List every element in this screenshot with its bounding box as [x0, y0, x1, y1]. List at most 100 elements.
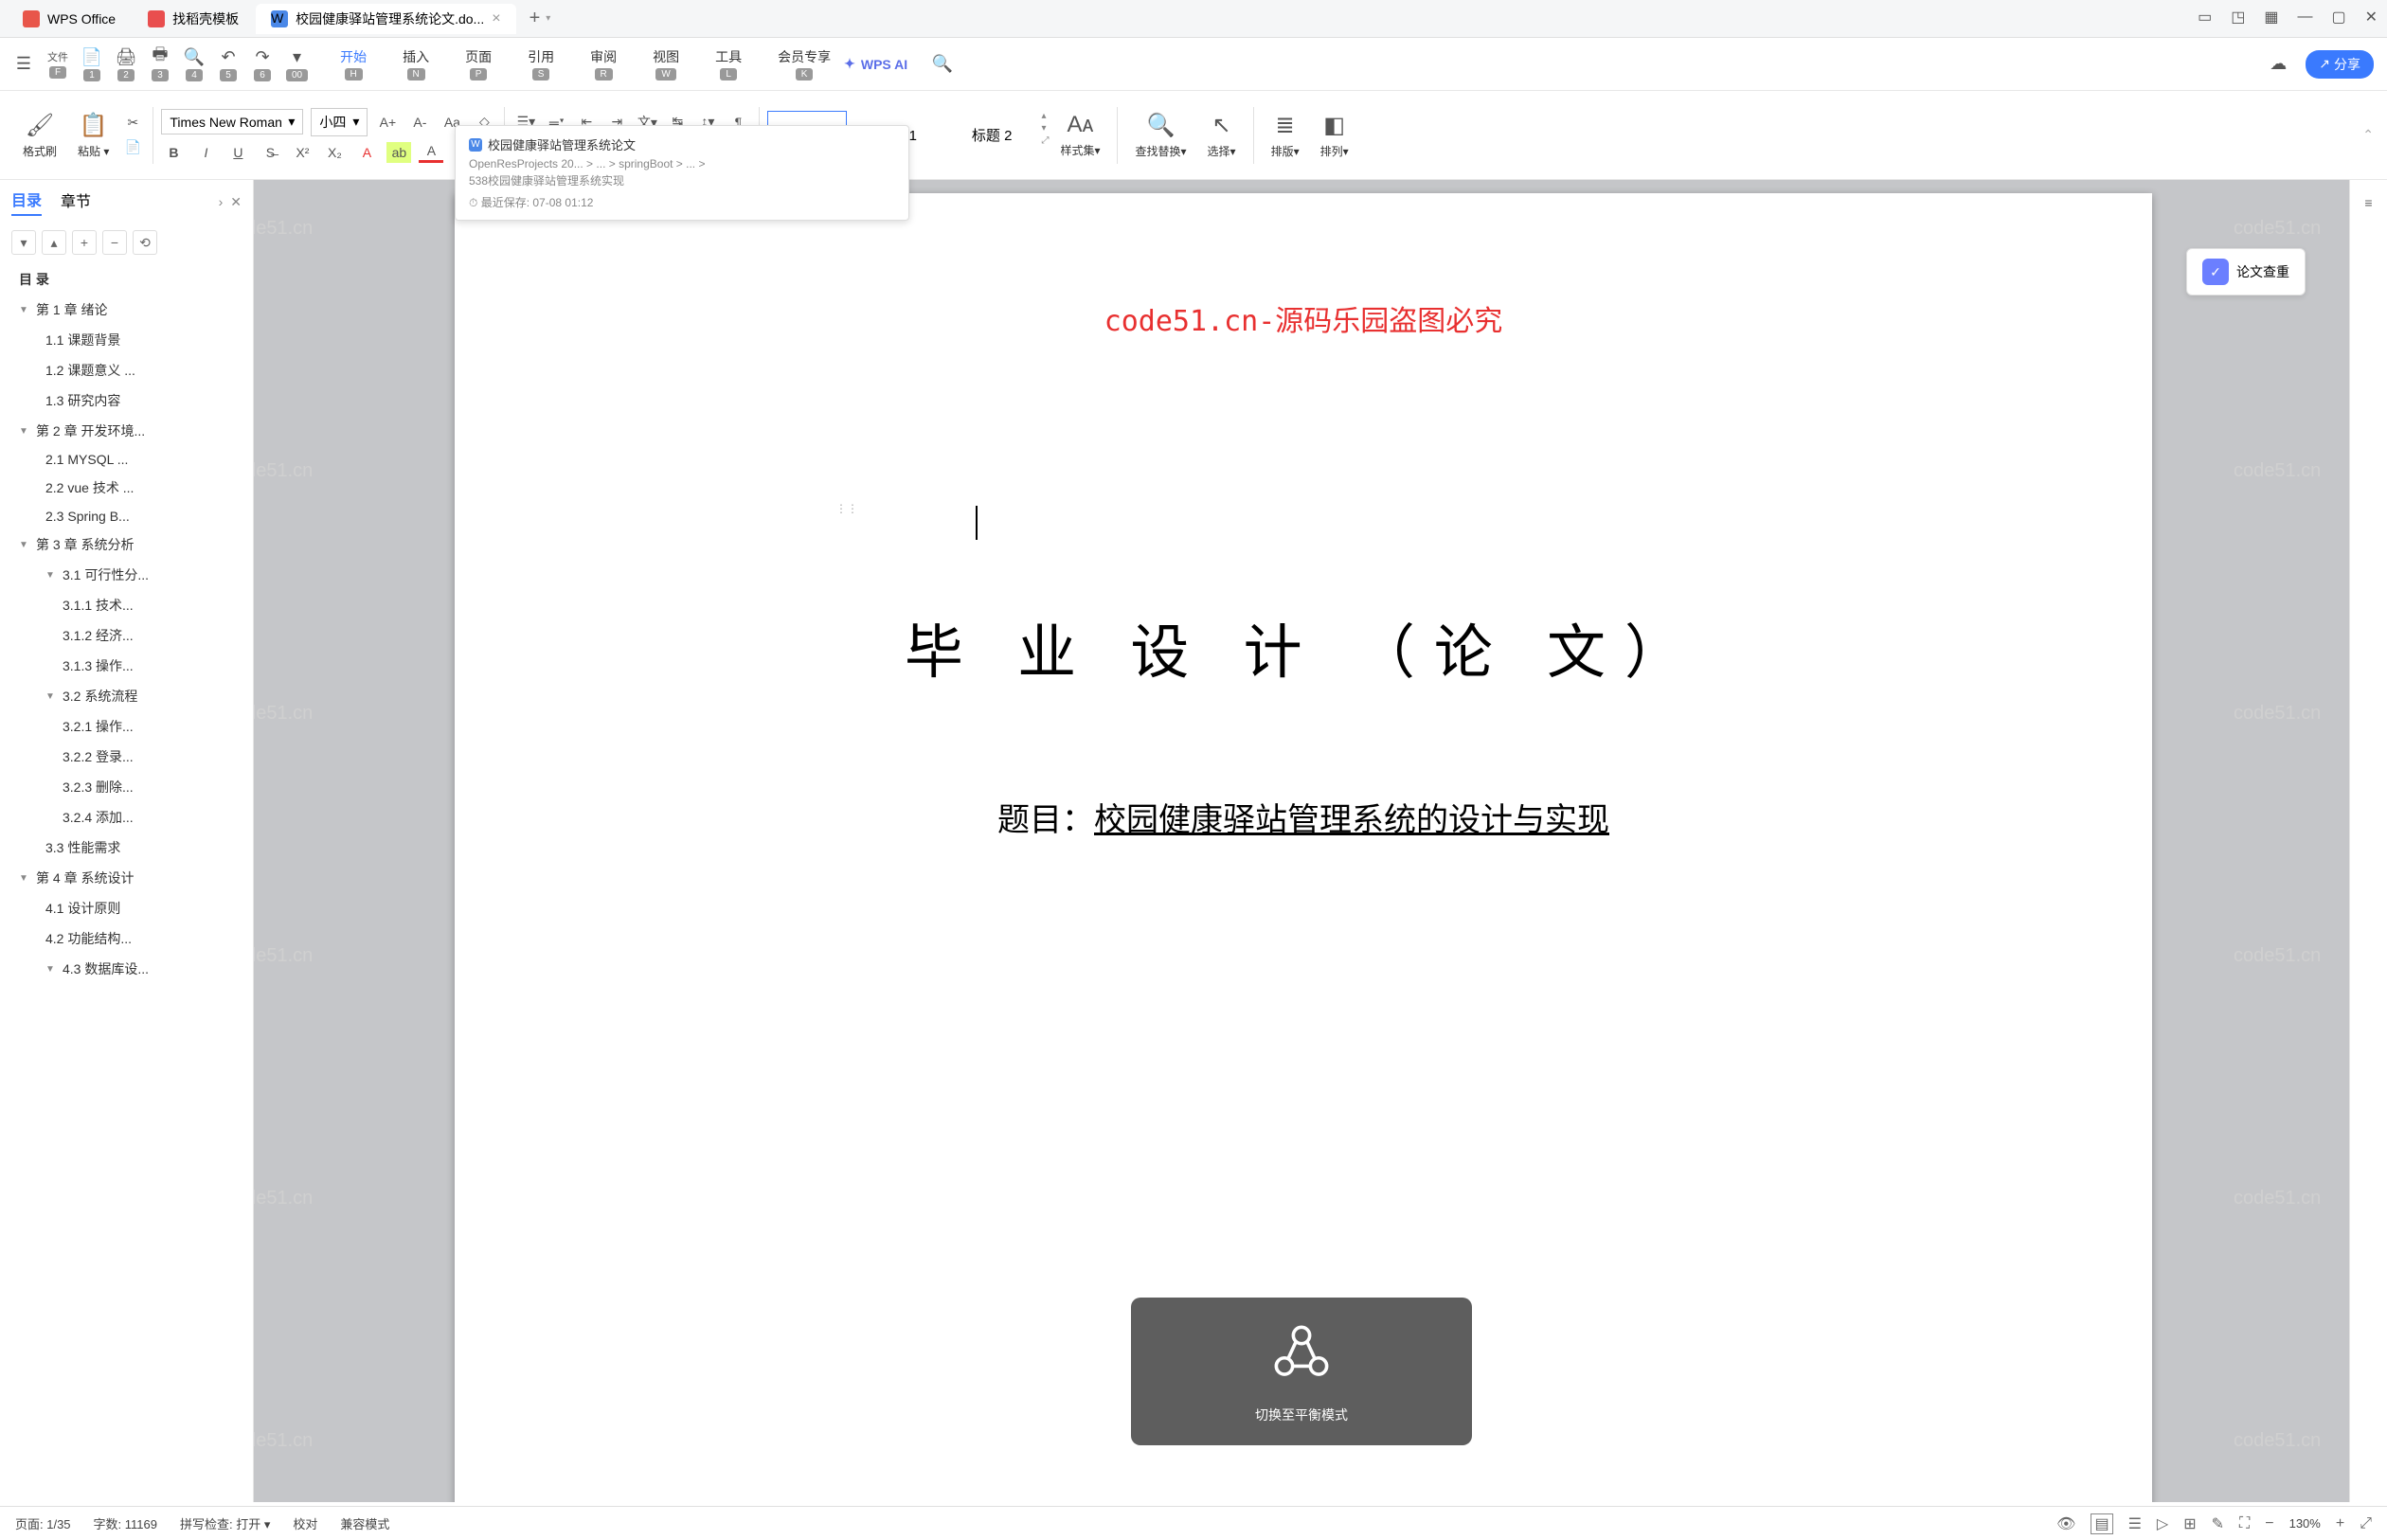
- tab-template[interactable]: 找稻壳模板: [133, 4, 254, 34]
- text-effect-icon[interactable]: A: [354, 142, 379, 163]
- italic-icon[interactable]: I: [193, 142, 218, 163]
- sidebar-tab-outline[interactable]: 目录: [11, 188, 42, 216]
- copy-icon[interactable]: 📄: [120, 137, 145, 158]
- bold-icon[interactable]: B: [161, 142, 186, 163]
- preview-icon[interactable]: 🔍: [184, 46, 205, 67]
- eye-icon[interactable]: 👁: [2056, 1514, 2075, 1533]
- avatar-icon[interactable]: ▦: [2264, 8, 2278, 27]
- layout-button[interactable]: ≣排版▾: [1262, 108, 1309, 163]
- style-h2[interactable]: 标题 2: [946, 111, 1038, 159]
- compat-mode[interactable]: 兼容模式: [340, 1514, 389, 1532]
- page-indicator[interactable]: 页面: 1/35: [15, 1514, 71, 1532]
- style-set-button[interactable]: Aᴀ样式集▾: [1050, 108, 1109, 162]
- menu-reference[interactable]: 引用S: [528, 47, 554, 81]
- superscript-icon[interactable]: X²: [290, 142, 314, 163]
- outline-item[interactable]: 3.1.2 经济...: [0, 620, 253, 651]
- zoom-in-icon[interactable]: +: [2336, 1515, 2344, 1532]
- outline-item[interactable]: 3.2.4 添加...: [0, 802, 253, 833]
- outline-root[interactable]: 目 录: [0, 264, 253, 295]
- outline-item[interactable]: ▼第 4 章 系统设计: [0, 863, 253, 893]
- refresh-icon[interactable]: ⟲: [133, 230, 157, 255]
- save-icon[interactable]: 🖨: [116, 46, 136, 67]
- subscript-icon[interactable]: X₂: [322, 142, 347, 163]
- outline-item[interactable]: ▼第 3 章 系统分析: [0, 529, 253, 560]
- win-tabs-icon[interactable]: ▭: [2198, 8, 2212, 27]
- new-doc-icon[interactable]: 📄: [81, 46, 102, 67]
- zoom-level[interactable]: 130%: [2289, 1516, 2321, 1531]
- select-button[interactable]: ↖选择▾: [1198, 108, 1246, 163]
- proofread-button[interactable]: 校对: [293, 1514, 317, 1532]
- close-window-icon[interactable]: ✕: [2365, 8, 2378, 27]
- tab-dropdown[interactable]: ▾: [546, 13, 550, 24]
- outline-item[interactable]: 3.2.3 删除...: [0, 772, 253, 802]
- outline-item[interactable]: 4.1 设计原则: [0, 893, 253, 923]
- outline-item[interactable]: 2.1 MYSQL ...: [0, 446, 253, 473]
- arrange-button[interactable]: ◧排列▾: [1311, 108, 1358, 163]
- spellcheck-status[interactable]: 拼写检查: 打开 ▾: [180, 1514, 270, 1532]
- sidebar-close-icon[interactable]: ✕: [230, 194, 242, 210]
- zoom-out-icon[interactable]: −: [2265, 1515, 2273, 1532]
- style-expand-icon[interactable]: ⤢: [1041, 135, 1049, 146]
- outline-item[interactable]: ▼3.1 可行性分...: [0, 560, 253, 590]
- reading-view-icon[interactable]: ▷: [2157, 1514, 2168, 1533]
- menu-view[interactable]: 视图W: [653, 47, 679, 81]
- font-color-icon[interactable]: A: [419, 142, 443, 163]
- menu-insert[interactable]: 插入N: [403, 47, 429, 81]
- sidebar-next-icon[interactable]: ›: [219, 194, 224, 209]
- menu-home[interactable]: 开始H: [340, 47, 367, 81]
- close-icon[interactable]: ×: [492, 10, 500, 27]
- style-up-icon[interactable]: ▴: [1041, 111, 1049, 121]
- sidebar-tab-chapter[interactable]: 章节: [61, 188, 91, 215]
- add-icon[interactable]: +: [72, 230, 97, 255]
- file-menu[interactable]: 文件: [47, 49, 68, 64]
- remove-icon[interactable]: −: [102, 230, 127, 255]
- new-tab-button[interactable]: +: [529, 8, 541, 29]
- undo-icon[interactable]: ↶: [218, 46, 239, 67]
- drag-handle-icon[interactable]: ⋮⋮: [835, 502, 858, 515]
- fullscreen-icon[interactable]: ⤢: [2360, 1515, 2372, 1532]
- win-cube-icon[interactable]: ◳: [2231, 8, 2245, 27]
- font-size-select[interactable]: 小四▾: [311, 108, 368, 136]
- style-down-icon[interactable]: ▾: [1041, 123, 1049, 134]
- outline-item[interactable]: 3.1.1 技术...: [0, 590, 253, 620]
- page-canvas[interactable]: code51.cncode51.cncode51.cncode51.cncode…: [254, 180, 2349, 1502]
- menu-review[interactable]: 审阅R: [590, 47, 617, 81]
- outline-item[interactable]: 3.2.2 登录...: [0, 742, 253, 772]
- cloud-icon[interactable]: ☁: [2268, 54, 2288, 75]
- collapse-up-icon[interactable]: ▴: [42, 230, 66, 255]
- search-icon[interactable]: 🔍: [932, 54, 953, 75]
- outline-item[interactable]: 1.3 研究内容: [0, 385, 253, 416]
- outline-item[interactable]: 4.2 功能结构...: [0, 923, 253, 954]
- tab-wps-office[interactable]: WPS Office: [8, 5, 131, 33]
- strike-icon[interactable]: S̶: [258, 142, 282, 163]
- tab-document[interactable]: W校园健康驿站管理系统论文.do...×: [256, 4, 515, 34]
- outline-view-icon[interactable]: ☰: [2128, 1514, 2142, 1533]
- outline-item[interactable]: 3.1.3 操作...: [0, 651, 253, 681]
- word-count[interactable]: 字数: 11169: [94, 1514, 157, 1532]
- menu-vip[interactable]: 会员专享K: [778, 47, 831, 81]
- outline-item[interactable]: 1.1 课题背景: [0, 325, 253, 355]
- outline-item[interactable]: 3.2.1 操作...: [0, 711, 253, 742]
- underline-icon[interactable]: U: [225, 142, 250, 163]
- plagiarism-check-button[interactable]: ✓ 论文查重: [2186, 248, 2306, 295]
- find-replace-button[interactable]: 🔍查找替换▾: [1125, 108, 1195, 163]
- outline-item[interactable]: ▼第 2 章 开发环境...: [0, 416, 253, 446]
- draft-view-icon[interactable]: ✎: [2212, 1514, 2224, 1533]
- outline-item[interactable]: ▼3.2 系统流程: [0, 681, 253, 711]
- cut-icon[interactable]: ✂: [120, 113, 145, 134]
- panel-toggle-icon[interactable]: ≡: [2356, 189, 2382, 216]
- shrink-font-icon[interactable]: A-: [407, 112, 432, 133]
- menu-icon[interactable]: ☰: [13, 54, 34, 75]
- highlight-icon[interactable]: ab: [386, 142, 411, 163]
- font-name-select[interactable]: Times New Roman▾: [161, 109, 303, 134]
- print-icon[interactable]: 🖶: [150, 46, 170, 67]
- outline-item[interactable]: 2.3 Spring B...: [0, 503, 253, 529]
- more-icon[interactable]: ▾: [287, 46, 308, 67]
- format-brush-button[interactable]: 🖌格式刷: [13, 108, 66, 163]
- maximize-icon[interactable]: ▢: [2331, 8, 2345, 27]
- collapse-ribbon-icon[interactable]: ⌃: [2362, 127, 2374, 143]
- menu-page[interactable]: 页面P: [465, 47, 492, 81]
- outline-item[interactable]: 3.3 性能需求: [0, 833, 253, 863]
- outline-item[interactable]: ▼4.3 数据库设...: [0, 954, 253, 984]
- minimize-icon[interactable]: —: [2297, 9, 2312, 26]
